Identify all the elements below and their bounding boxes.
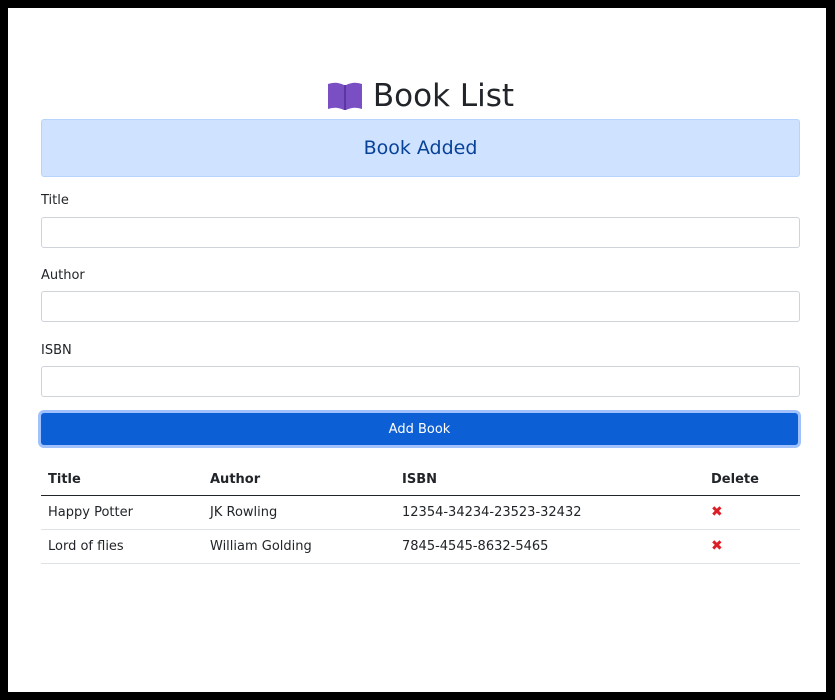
alert-message: Book Added [363,137,478,159]
book-author-cell: William Golding [203,529,395,564]
table-header-row: Title Author ISBN Delete [41,463,800,496]
title-input[interactable] [41,217,800,248]
page-header: Book List [41,78,800,114]
delete-cell: ✖ [704,529,800,564]
app-window: Book List Book Added Title Author ISBN A… [8,8,826,692]
delete-icon[interactable]: ✖ [711,505,723,519]
column-header-isbn: ISBN [395,463,704,496]
book-table: Title Author ISBN Delete Happy Potter JK… [41,463,800,564]
isbn-input[interactable] [41,366,800,397]
delete-cell: ✖ [704,495,800,530]
add-book-button[interactable]: Add Book [41,413,798,445]
isbn-label: ISBN [41,343,72,358]
book-isbn-cell: 12354-34234-23523-32432 [395,495,704,530]
success-alert: Book Added [41,119,800,177]
author-label: Author [41,268,85,283]
table-row: Lord of flies William Golding 7845-4545-… [41,529,800,564]
column-header-author: Author [203,463,395,496]
book-isbn-cell: 7845-4545-8632-5465 [395,529,704,564]
book-author-cell: JK Rowling [203,495,395,530]
title-label: Title [41,193,69,208]
book-open-icon [327,82,362,110]
column-header-title: Title [41,463,203,496]
book-title-cell: Happy Potter [41,495,203,530]
page-title: Book List [372,78,515,114]
author-input[interactable] [41,291,800,322]
delete-icon[interactable]: ✖ [711,539,723,553]
table-row: Happy Potter JK Rowling 12354-34234-2352… [41,495,800,530]
column-header-delete: Delete [704,463,800,496]
book-title-cell: Lord of flies [41,529,203,564]
